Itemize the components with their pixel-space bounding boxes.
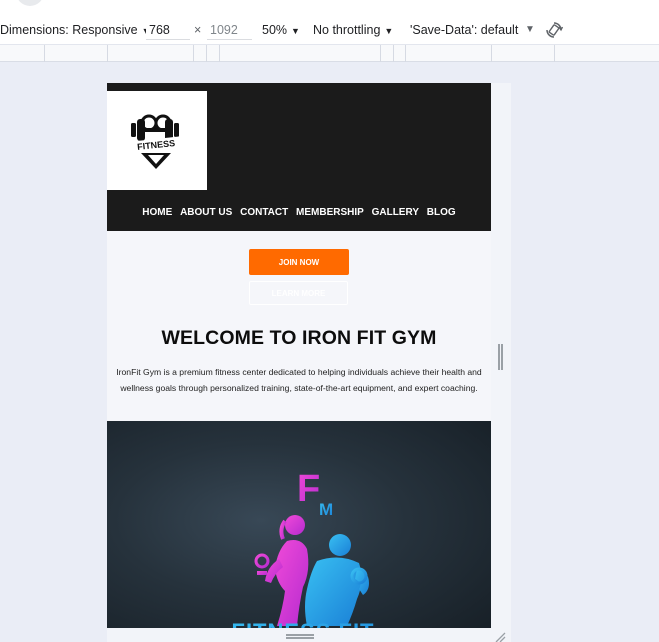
rotate-icon[interactable] — [545, 21, 564, 39]
hero-banner-image: F M FITNESS FIT — [107, 421, 491, 642]
horizontal-resize-handle[interactable] — [286, 634, 314, 639]
ruler-segment[interactable] — [393, 45, 394, 62]
ruler-segment[interactable] — [219, 45, 220, 62]
page-title: WELCOME TO IRON FIT GYM — [161, 327, 437, 349]
logo-letter-m: M — [319, 500, 333, 519]
nav-blog[interactable]: BLOG — [427, 207, 456, 218]
ruler-segment[interactable] — [193, 45, 194, 62]
tab-avatar-icon — [16, 0, 44, 6]
female-figure-icon — [254, 515, 309, 626]
corner-resize-icon[interactable] — [494, 630, 506, 642]
width-input[interactable]: 768 — [146, 20, 190, 40]
nav-gallery[interactable]: GALLERY — [372, 207, 419, 218]
intro-paragraph: IronFit Gym is a premium fitness center … — [116, 367, 482, 393]
male-figure-icon — [305, 534, 369, 626]
ruler-segment[interactable] — [44, 45, 45, 62]
dimensions-label: Dimensions: Responsive — [0, 23, 138, 37]
logo-letter-f: F — [297, 468, 320, 510]
height-input[interactable]: 1092 — [207, 20, 252, 40]
nav-about-us[interactable]: ABOUT US — [180, 207, 232, 218]
device-viewport: FITNESS HOME ABOUT US CONTACT MEMBERSHIP… — [107, 83, 491, 642]
ruler-segment[interactable] — [405, 45, 406, 62]
hero-section: JOIN NOW LEARN MORE WELCOME TO IRON FIT … — [107, 231, 491, 421]
devtools-top-strip — [0, 0, 659, 16]
more-options-chevron-icon[interactable]: ▼ — [525, 16, 535, 44]
zoom-dropdown[interactable]: 50% ▼ — [262, 16, 300, 44]
fitness-logo-icon: FITNESS — [129, 114, 183, 169]
throttling-dropdown[interactable]: No throttling ▼ — [313, 16, 393, 44]
throttling-value: No throttling — [313, 23, 381, 37]
site-header: FITNESS HOME ABOUT US CONTACT MEMBERSHIP… — [107, 83, 491, 231]
chevron-down-icon: ▼ — [384, 26, 394, 36]
ruler-segment[interactable] — [206, 45, 207, 62]
save-data-dropdown[interactable]: 'Save-Data': default — [410, 16, 518, 44]
nav-contact[interactable]: CONTACT — [240, 207, 288, 218]
ruler-segment[interactable] — [107, 45, 108, 62]
ruler-segment[interactable] — [491, 45, 492, 62]
ruler-segment[interactable] — [554, 45, 555, 62]
zoom-value: 50% — [262, 23, 288, 37]
times-sign: × — [194, 23, 202, 37]
nav-home[interactable]: HOME — [142, 207, 172, 218]
site-logo[interactable]: FITNESS — [107, 91, 207, 190]
nav-membership[interactable]: MEMBERSHIP — [296, 207, 364, 218]
media-query-ruler — [0, 44, 659, 62]
ruler-segment[interactable] — [380, 45, 381, 62]
vertical-resize-handle[interactable] — [498, 344, 503, 370]
main-nav: HOME ABOUT US CONTACT MEMBERSHIP GALLERY… — [107, 207, 491, 218]
dimensions-dropdown[interactable]: Dimensions: Responsive▼ — [0, 16, 150, 44]
secondary-button[interactable]: LEARN MORE — [249, 281, 348, 305]
chevron-down-icon: ▼ — [291, 26, 300, 36]
join-now-button[interactable]: JOIN NOW — [249, 249, 349, 275]
device-toolbar: Dimensions: Responsive▼ 768 × 1092 50%▼ … — [0, 16, 659, 44]
